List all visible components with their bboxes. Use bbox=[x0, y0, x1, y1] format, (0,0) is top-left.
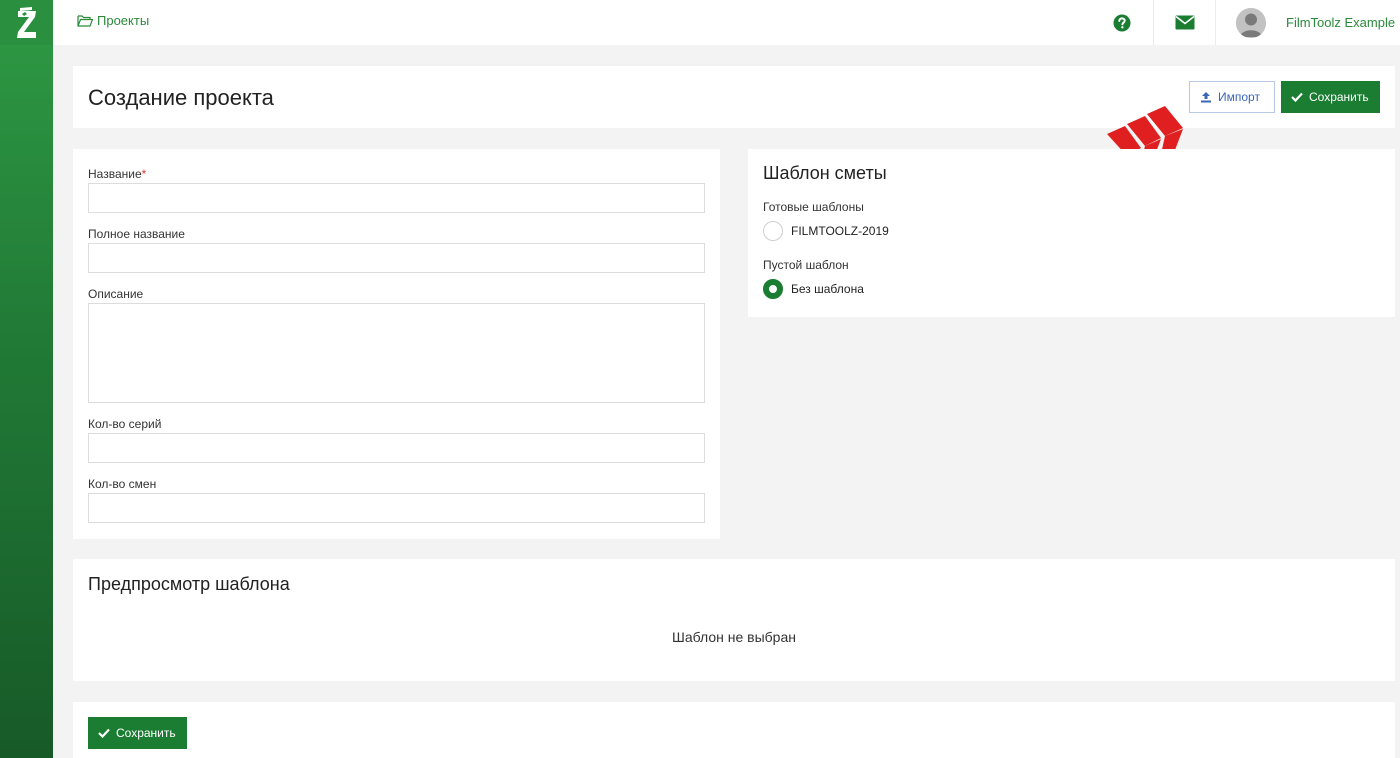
envelope-icon bbox=[1175, 15, 1194, 30]
import-button[interactable]: Импорт bbox=[1189, 81, 1275, 113]
shifts-count-input[interactable] bbox=[88, 493, 705, 523]
full-name-label: Полное название bbox=[88, 227, 185, 241]
folder-open-icon bbox=[77, 15, 93, 27]
name-label: Название* bbox=[88, 167, 146, 181]
description-textarea[interactable] bbox=[88, 303, 705, 403]
required-mark: * bbox=[141, 167, 147, 181]
name-label-text: Название bbox=[88, 167, 142, 181]
upload-icon bbox=[1201, 92, 1211, 103]
avatar bbox=[1236, 7, 1266, 38]
user-icon bbox=[1236, 7, 1266, 38]
name-input[interactable] bbox=[88, 183, 705, 213]
user-name[interactable]: FilmToolz Example bbox=[1286, 15, 1395, 30]
help-button[interactable] bbox=[1091, 0, 1153, 45]
save-button-top[interactable]: Сохранить bbox=[1281, 81, 1380, 113]
breadcrumb-projects[interactable]: Проекты bbox=[97, 13, 149, 28]
template-title: Шаблон сметы bbox=[763, 163, 887, 183]
preview-title: Предпросмотр шаблона bbox=[88, 574, 290, 594]
radio-no-template-label[interactable]: Без шаблона bbox=[791, 282, 864, 296]
preview-empty-text: Шаблон не выбран bbox=[672, 629, 796, 645]
footer-save-label: Сохранить bbox=[116, 726, 176, 740]
app-logo[interactable] bbox=[0, 0, 53, 45]
shifts-count-label: Кол-во смен bbox=[88, 477, 157, 491]
radio-no-template[interactable] bbox=[763, 279, 783, 299]
import-label: Импорт bbox=[1218, 90, 1260, 104]
page-title: Создание проекта bbox=[88, 85, 274, 110]
empty-template-label: Пустой шаблон bbox=[763, 258, 849, 272]
top-bar: Проекты FilmToolz Example bbox=[53, 0, 1400, 45]
estimate-template-panel: Шаблон сметы Готовые шаблоны FILMTOOLZ-2… bbox=[748, 149, 1395, 317]
breadcrumb[interactable]: Проекты bbox=[77, 13, 149, 28]
radio-filmtoolz-2019-label[interactable]: FILMTOOLZ-2019 bbox=[791, 224, 889, 238]
template-preview: Предпросмотр шаблона Шаблон не выбран bbox=[73, 559, 1395, 681]
logo-icon bbox=[16, 6, 36, 38]
full-name-input[interactable] bbox=[88, 243, 705, 273]
save-button-bottom[interactable]: Сохранить bbox=[88, 717, 187, 749]
description-label: Описание bbox=[88, 287, 144, 301]
messages-button[interactable] bbox=[1153, 0, 1215, 45]
series-count-input[interactable] bbox=[88, 433, 705, 463]
user-menu[interactable]: FilmToolz Example bbox=[1215, 0, 1400, 45]
ready-templates-label: Готовые шаблоны bbox=[763, 200, 864, 214]
form-footer: Сохранить bbox=[73, 702, 1395, 758]
project-form: Название* Полное название Описание Кол-в… bbox=[73, 149, 720, 539]
series-count-label: Кол-во серий bbox=[88, 417, 162, 431]
page-header: Создание проекта Импорт Сохранить bbox=[73, 66, 1395, 128]
save-label: Сохранить bbox=[1309, 90, 1369, 104]
radio-filmtoolz-2019[interactable] bbox=[763, 221, 783, 241]
sidebar bbox=[0, 0, 53, 758]
check-icon bbox=[98, 728, 110, 738]
check-icon bbox=[1291, 92, 1303, 102]
question-circle-icon bbox=[1113, 14, 1131, 31]
